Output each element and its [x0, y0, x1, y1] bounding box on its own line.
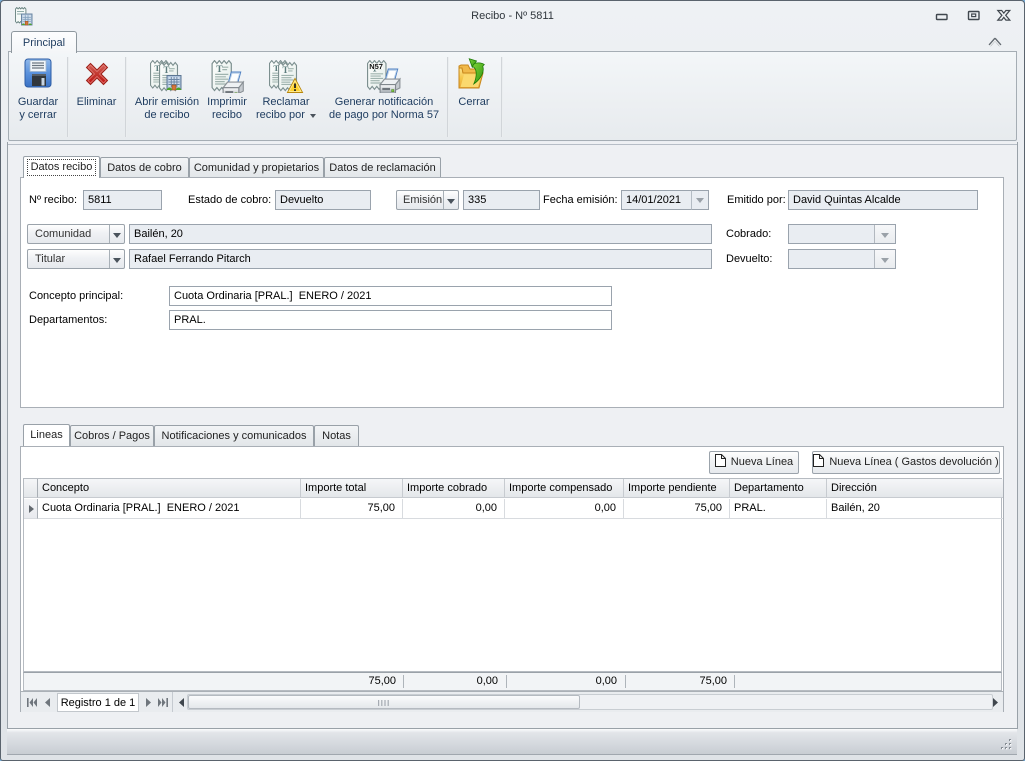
svg-text:N57: N57: [369, 62, 383, 71]
